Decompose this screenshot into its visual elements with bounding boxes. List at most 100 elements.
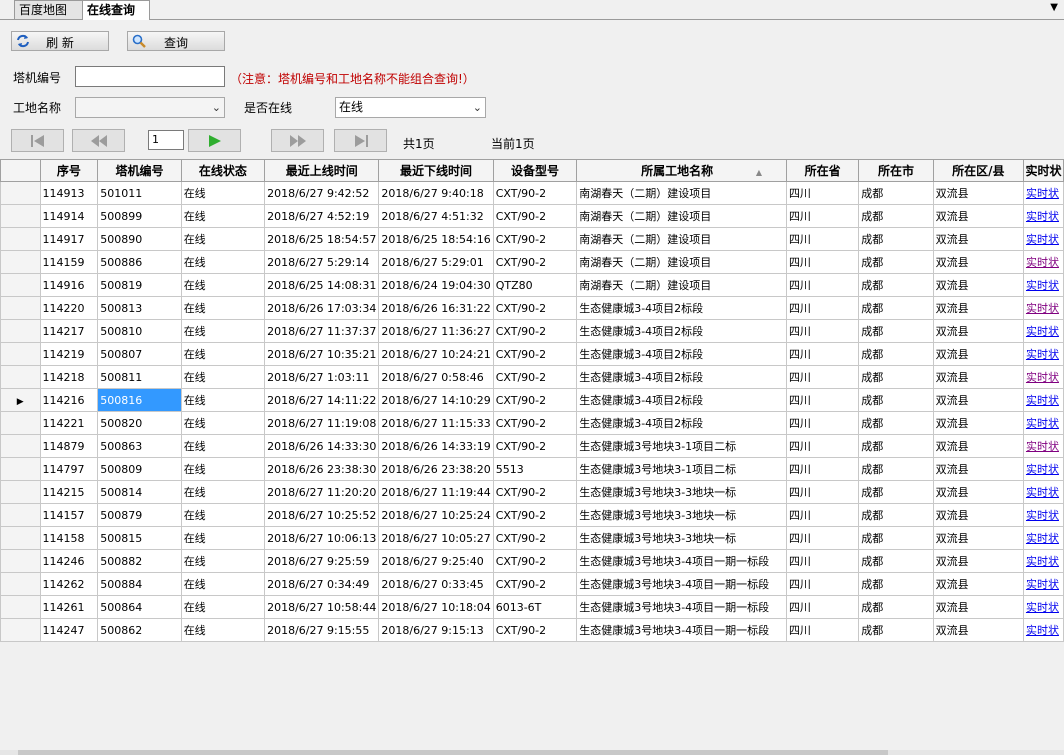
cell-model[interactable]: CXT/90-2: [492, 549, 578, 573]
cell-prov[interactable]: 四川: [785, 296, 860, 320]
page-number-input[interactable]: 1: [148, 130, 184, 150]
realtime-status-link[interactable]: 实时状: [1026, 486, 1059, 499]
cell-down[interactable]: 2018/6/27 0:33:45: [378, 572, 494, 596]
cell-tower[interactable]: 500813: [97, 296, 182, 320]
cell-id[interactable]: 114879: [39, 434, 99, 458]
row-header[interactable]: [0, 526, 41, 550]
cell-up[interactable]: 2018/6/27 11:37:37: [264, 319, 380, 343]
row-header[interactable]: [0, 434, 41, 458]
cell-model[interactable]: CXT/90-2: [492, 618, 578, 642]
cell-prov[interactable]: 四川: [785, 227, 860, 251]
cell-link[interactable]: 实时状: [1022, 227, 1064, 251]
cell-site[interactable]: 南湖春天（二期）建设项目: [576, 250, 787, 274]
cell-county[interactable]: 双流县: [932, 204, 1024, 228]
cell-up[interactable]: 2018/6/26 17:03:34: [264, 296, 380, 320]
realtime-status-link[interactable]: 实时状: [1026, 279, 1059, 292]
row-header[interactable]: [0, 457, 41, 481]
cell-status[interactable]: 在线: [180, 457, 266, 481]
cell-prov[interactable]: 四川: [785, 365, 860, 389]
cell-model[interactable]: CXT/90-2: [492, 411, 578, 435]
cell-city[interactable]: 成都: [858, 618, 934, 642]
cell-up[interactable]: 2018/6/27 1:03:11: [264, 365, 380, 389]
cell-up[interactable]: 2018/6/27 10:35:21: [264, 342, 380, 366]
cell-site[interactable]: 生态健康城3-4项目2标段: [576, 296, 787, 320]
cell-model[interactable]: CXT/90-2: [492, 503, 578, 527]
cell-up[interactable]: 2018/6/27 9:25:59: [264, 549, 380, 573]
cell-city[interactable]: 成都: [858, 526, 934, 550]
cell-prov[interactable]: 四川: [785, 526, 860, 550]
cell-tower[interactable]: 500886: [97, 250, 182, 274]
row-header[interactable]: [0, 480, 41, 504]
cell-link[interactable]: 实时状: [1022, 250, 1064, 274]
cell-tower[interactable]: 500807: [97, 342, 182, 366]
cell-link[interactable]: 实时状: [1022, 388, 1064, 412]
cell-up[interactable]: 2018/6/27 11:20:20: [264, 480, 380, 504]
refresh-button[interactable]: 刷 新: [11, 31, 109, 51]
cell-site[interactable]: 生态健康城3号地块3-4项目一期一标段: [576, 595, 787, 619]
cell-model[interactable]: CXT/90-2: [492, 365, 578, 389]
table-row[interactable]: 114917 500890 在线 2018/6/25 18:54:57 2018/6/2…: [0, 227, 1064, 251]
cell-link[interactable]: 实时状: [1022, 572, 1064, 596]
column-header[interactable]: 实时状: [1022, 159, 1064, 182]
row-header[interactable]: [0, 342, 41, 366]
cell-link[interactable]: 实时状: [1022, 503, 1064, 527]
cell-model[interactable]: 6013-6T: [492, 595, 578, 619]
table-row[interactable]: 114262 500884 在线 2018/6/27 0:34:49 2018/6/27…: [0, 572, 1064, 596]
column-header[interactable]: 所在区/县: [932, 159, 1024, 182]
cell-city[interactable]: 成都: [858, 503, 934, 527]
row-header[interactable]: [0, 250, 41, 274]
cell-status[interactable]: 在线: [180, 342, 266, 366]
cell-tower[interactable]: 500819: [97, 273, 182, 297]
cell-link[interactable]: 实时状: [1022, 526, 1064, 550]
cell-link[interactable]: 实时状: [1022, 549, 1064, 573]
cell-prov[interactable]: 四川: [785, 595, 860, 619]
cell-tower[interactable]: 500899: [97, 204, 182, 228]
realtime-status-link[interactable]: 实时状: [1026, 187, 1059, 200]
cell-up[interactable]: 2018/6/27 9:15:55: [264, 618, 380, 642]
cell-prov[interactable]: 四川: [785, 250, 860, 274]
cell-down[interactable]: 2018/6/27 11:15:33: [378, 411, 494, 435]
cell-city[interactable]: 成都: [858, 227, 934, 251]
cell-prov[interactable]: 四川: [785, 572, 860, 596]
cell-up[interactable]: 2018/6/26 23:38:30: [264, 457, 380, 481]
cell-down[interactable]: 2018/6/27 10:24:21: [378, 342, 494, 366]
realtime-status-link[interactable]: 实时状: [1026, 348, 1059, 361]
cell-county[interactable]: 双流县: [932, 342, 1024, 366]
cell-site[interactable]: 生态健康城3-4项目2标段: [576, 411, 787, 435]
table-row[interactable]: 114246 500882 在线 2018/6/27 9:25:59 2018/6/27…: [0, 549, 1064, 573]
table-row[interactable]: 114159 500886 在线 2018/6/27 5:29:14 2018/6/27…: [0, 250, 1064, 274]
table-row[interactable]: 114220 500813 在线 2018/6/26 17:03:34 2018/6/2…: [0, 296, 1064, 320]
realtime-status-link[interactable]: 实时状: [1026, 532, 1059, 545]
cell-link[interactable]: 实时状: [1022, 204, 1064, 228]
cell-county[interactable]: 双流县: [932, 572, 1024, 596]
tab-dropdown-icon[interactable]: ▼: [1050, 2, 1058, 13]
horizontal-scrollbar[interactable]: [0, 750, 1064, 755]
cell-city[interactable]: 成都: [858, 296, 934, 320]
cell-site[interactable]: 生态健康城3号地块3-3地块一标: [576, 480, 787, 504]
cell-status[interactable]: 在线: [180, 204, 266, 228]
row-header[interactable]: [0, 365, 41, 389]
cell-id[interactable]: 114159: [39, 250, 99, 274]
cell-status[interactable]: 在线: [180, 572, 266, 596]
cell-county[interactable]: 双流县: [932, 457, 1024, 481]
cell-model[interactable]: CXT/90-2: [492, 250, 578, 274]
cell-tower[interactable]: 500815: [97, 526, 182, 550]
row-header[interactable]: ▶: [0, 388, 41, 412]
cell-up[interactable]: 2018/6/27 10:58:44: [264, 595, 380, 619]
cell-up[interactable]: 2018/6/27 0:34:49: [264, 572, 380, 596]
table-row[interactable]: ▶ 114216 500816 在线 2018/6/27 14:11:22 2018/6/…: [0, 388, 1064, 412]
cell-site[interactable]: 南湖春天（二期）建设项目: [576, 273, 787, 297]
cell-tower[interactable]: 500890: [97, 227, 182, 251]
cell-down[interactable]: 2018/6/24 19:04:30: [378, 273, 494, 297]
cell-id[interactable]: 114218: [39, 365, 99, 389]
cell-status[interactable]: 在线: [180, 480, 266, 504]
cell-down[interactable]: 2018/6/26 23:38:20: [378, 457, 494, 481]
cell-model[interactable]: QTZ80: [492, 273, 578, 297]
cell-county[interactable]: 双流县: [932, 595, 1024, 619]
cell-id[interactable]: 114157: [39, 503, 99, 527]
cell-id[interactable]: 114917: [39, 227, 99, 251]
cell-county[interactable]: 双流县: [932, 296, 1024, 320]
row-header[interactable]: [0, 273, 41, 297]
cell-id[interactable]: 114215: [39, 480, 99, 504]
cell-link[interactable]: 实时状: [1022, 411, 1064, 435]
